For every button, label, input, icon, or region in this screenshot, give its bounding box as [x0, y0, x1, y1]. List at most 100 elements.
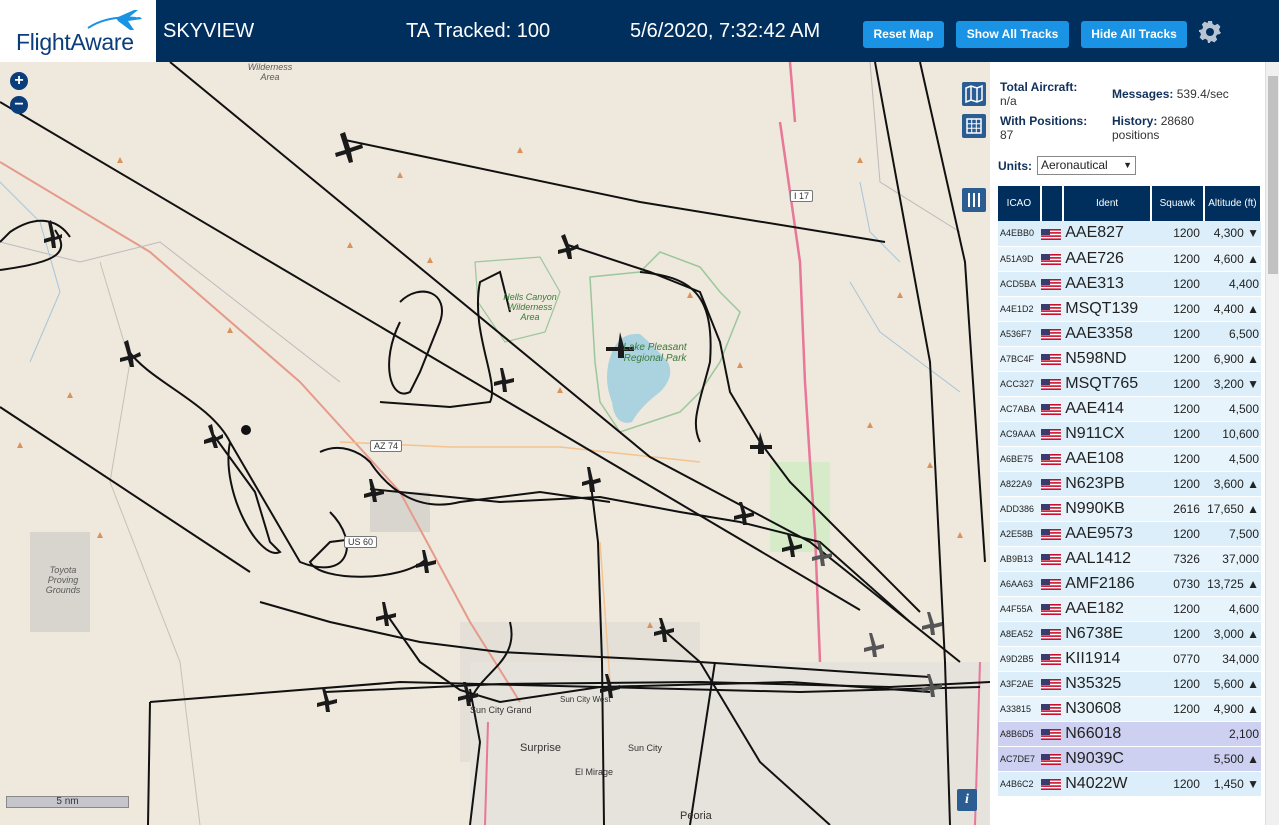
cell-altitude: 3,000 ▲	[1203, 621, 1261, 647]
cell-icao: A822A9	[998, 471, 1041, 497]
gear-icon[interactable]	[1198, 20, 1222, 44]
cell-ident: MSQT139	[1063, 296, 1151, 322]
cell-squawk: 7326	[1150, 546, 1204, 572]
cell-ident: N9039C	[1063, 746, 1151, 772]
table-row[interactable]: ACD5BA AAE313 1200 4,400	[998, 271, 1261, 297]
grid-overlay-button[interactable]	[962, 114, 986, 138]
cell-flag	[1040, 671, 1064, 697]
map-label-hells-canyon: Hells Canyon Wilderness Area	[503, 292, 557, 322]
table-row[interactable]: A51A9D AAE726 1200 4,600 ▲	[998, 246, 1261, 272]
table-row[interactable]: A2E58B AAE9573 1200 7,500	[998, 521, 1261, 547]
us-flag-icon	[1040, 578, 1061, 590]
us-flag-icon	[1040, 528, 1061, 540]
table-row[interactable]: ACC327 MSQT765 1200 3,200 ▼	[998, 371, 1261, 397]
table-row[interactable]: AC7DE7 N9039C 5,500 ▲	[998, 746, 1261, 772]
cell-icao: A9D2B5	[998, 646, 1041, 672]
total-aircraft-value: n/a	[1000, 94, 1017, 108]
table-row[interactable]: A4E1D2 MSQT139 1200 4,400 ▲	[998, 296, 1261, 322]
col-header-icao[interactable]: ICAO	[998, 186, 1042, 221]
zoom-out-button[interactable]: −	[10, 96, 28, 114]
cell-flag	[1040, 246, 1064, 272]
clock-display: 5/6/2020, 7:32:42 AM	[630, 20, 821, 42]
cell-ident: AAE827	[1063, 221, 1151, 247]
units-select[interactable]: Aeronautical ▼	[1037, 156, 1136, 175]
us-flag-icon	[1040, 403, 1061, 415]
table-row[interactable]: A8B6D5 N66018 2,100	[998, 721, 1261, 747]
table-row[interactable]: A7BC4F N598ND 1200 6,900 ▲	[998, 346, 1261, 372]
cell-squawk: 1200	[1150, 396, 1204, 422]
units-label: Units:	[998, 159, 1032, 173]
panel-scrollbar[interactable]	[1265, 62, 1279, 825]
cell-flag	[1040, 546, 1064, 572]
chevron-down-icon: ▼	[1123, 160, 1132, 170]
col-header-ident[interactable]: Ident	[1063, 186, 1152, 221]
col-header-squawk[interactable]: Squawk	[1150, 186, 1205, 221]
reset-map-button[interactable]: Reset Map	[863, 21, 944, 48]
cell-altitude: 4,600 ▲	[1203, 246, 1261, 272]
table-row[interactable]: AB9B13 AAL1412 7326 37,000	[998, 546, 1261, 572]
aircraft-table: ICAO Ident Squawk Altitude (ft) A4EBB0 AA…	[998, 186, 1263, 797]
cell-flag	[1040, 571, 1064, 597]
cell-altitude: 37,000	[1203, 546, 1261, 572]
highway-shield-az74: AZ 74	[370, 440, 403, 452]
hide-all-tracks-button[interactable]: Hide All Tracks	[1081, 21, 1187, 48]
info-button[interactable]: i	[957, 789, 977, 811]
table-row[interactable]: A4B6C2 N4022W 1200 1,450 ▼	[998, 771, 1261, 797]
map-layer-button[interactable]	[962, 82, 986, 106]
cell-squawk: 1200	[1150, 696, 1204, 722]
cell-ident: N4022W	[1063, 771, 1151, 797]
cell-ident: N623PB	[1063, 471, 1151, 497]
table-row[interactable]: AC7ABA AAE414 1200 4,500	[998, 396, 1261, 422]
table-row[interactable]: A3F2AE N35325 1200 5,600 ▲	[998, 671, 1261, 697]
table-row[interactable]: A536F7 AAE3358 1200 6,500	[998, 321, 1261, 347]
total-aircraft-stat: Total Aircraft: n/a	[1000, 80, 1077, 108]
table-row[interactable]: A9D2B5 KII1914 0770 34,000	[998, 646, 1261, 672]
us-flag-icon	[1040, 653, 1061, 665]
table-row[interactable]: A822A9 N623PB 1200 3,600 ▲	[998, 471, 1261, 497]
us-flag-icon	[1040, 553, 1061, 565]
cell-icao: A7BC4F	[998, 346, 1041, 372]
cell-altitude: 3,200 ▼	[1203, 371, 1261, 397]
table-row[interactable]: A33815 N30608 1200 4,900 ▲	[998, 696, 1261, 722]
us-flag-icon	[1040, 228, 1061, 240]
table-row[interactable]: A6BE75 AAE108 1200 4,500	[998, 446, 1261, 472]
map-label-toyota: Toyota Proving Grounds	[45, 565, 81, 595]
cell-icao: A4EBB0	[998, 221, 1041, 247]
cell-altitude: 10,600	[1203, 421, 1261, 447]
map-label-lake-pleasant: Lake Pleasant Regional Park	[623, 342, 687, 364]
cell-ident: KII1914	[1063, 646, 1151, 672]
highway-shield-i17: I 17	[790, 190, 814, 202]
table-row[interactable]: AC9AAA N911CX 1200 10,600	[998, 421, 1261, 447]
table-row[interactable]: A4F55A AAE182 1200 4,600	[998, 596, 1261, 622]
cell-squawk: 1200	[1150, 371, 1204, 397]
cell-altitude: 4,400	[1203, 271, 1261, 297]
show-all-tracks-button[interactable]: Show All Tracks	[956, 21, 1069, 48]
cell-flag	[1040, 321, 1064, 347]
cell-flag	[1040, 471, 1064, 497]
col-header-altitude[interactable]: Altitude (ft)	[1203, 186, 1263, 221]
zoom-in-button[interactable]: +	[10, 72, 28, 90]
flightaware-logo[interactable]: FlightAware	[0, 0, 156, 62]
cell-altitude: 4,300 ▼	[1203, 221, 1261, 247]
us-flag-icon	[1040, 728, 1061, 740]
map-view[interactable]: + − Wilderness Area Hells Canyon Wildern…	[0, 62, 990, 825]
cell-squawk: 1200	[1150, 296, 1204, 322]
column-toggle-button[interactable]	[962, 188, 986, 212]
positions-stat: With Positions: 87	[1000, 114, 1087, 142]
us-flag-icon	[1040, 253, 1061, 265]
table-row[interactable]: A4EBB0 AAE827 1200 4,300 ▼	[998, 221, 1261, 247]
cell-ident: AAE726	[1063, 246, 1151, 272]
cell-icao: A8B6D5	[998, 721, 1041, 747]
city-label-el-mirage: El Mirage	[575, 767, 614, 777]
scrollbar-thumb[interactable]	[1268, 76, 1278, 274]
table-row[interactable]: ADD386 N990KB 2616 17,650 ▲	[998, 496, 1261, 522]
table-row[interactable]: A8EA52 N6738E 1200 3,000 ▲	[998, 621, 1261, 647]
cell-flag	[1040, 371, 1064, 397]
cell-ident: N35325	[1063, 671, 1151, 697]
col-header-flag[interactable]	[1040, 186, 1065, 221]
cell-ident: N990KB	[1063, 496, 1151, 522]
table-row[interactable]: A6AA63 AMF2186 0730 13,725 ▲	[998, 571, 1261, 597]
cell-squawk: 1200	[1150, 346, 1204, 372]
city-label-peoria: Peoria	[680, 810, 712, 822]
cell-squawk: 1200	[1150, 521, 1204, 547]
